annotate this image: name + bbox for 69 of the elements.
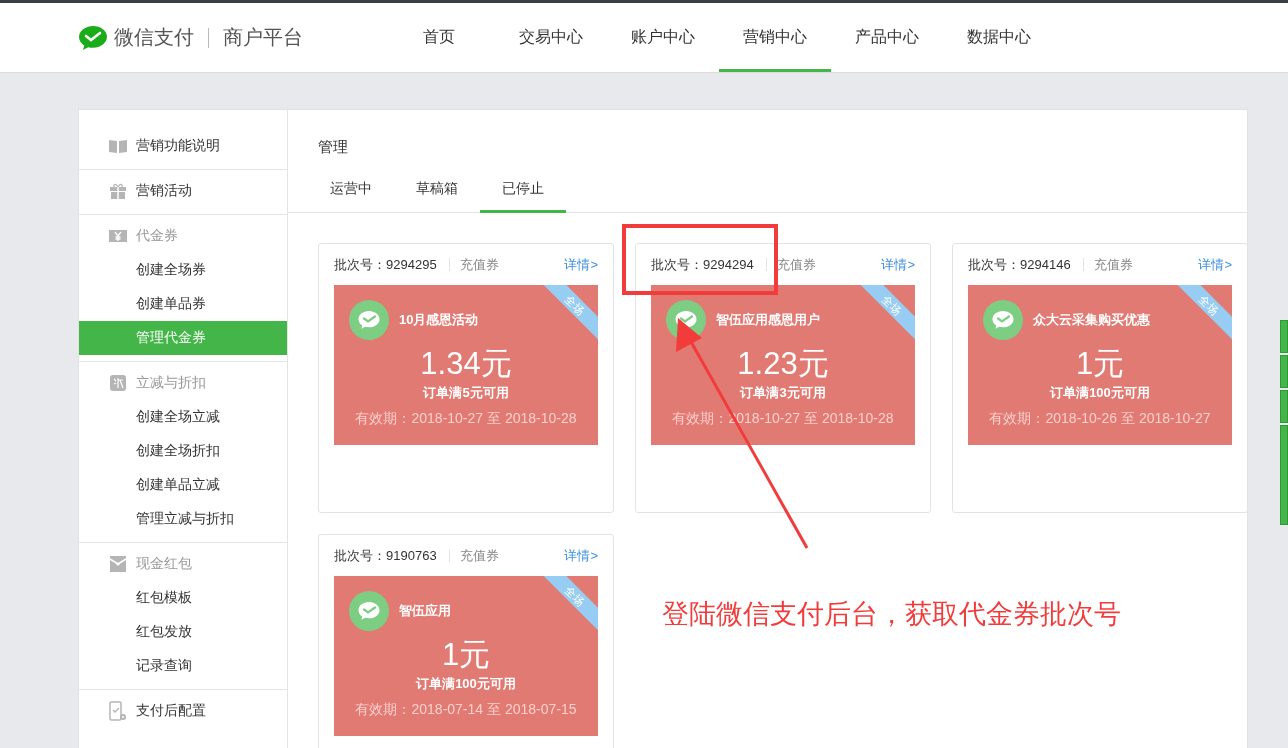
coupon-name: 众大云采集购买优惠 — [1033, 311, 1150, 329]
sidebar-item[interactable]: 营销活动 — [136, 182, 192, 200]
batch-number: 批次号：9294146 — [968, 255, 1071, 274]
sidebar-item: 立减与折扣 — [136, 374, 206, 392]
sidebar-item[interactable]: 管理立减与折扣 — [79, 502, 287, 536]
details-link[interactable]: 详情> — [1198, 255, 1232, 274]
status-tab[interactable]: 运营中 — [308, 180, 394, 213]
details-link[interactable]: 详情> — [564, 255, 598, 274]
sidebar-item[interactable]: 支付后配置 — [136, 702, 206, 720]
validity-period: 有效期：2018-07-14 至 2018-07-15 — [354, 701, 578, 719]
sidebar-item[interactable]: 营销功能说明 — [136, 137, 220, 155]
batch-number: 批次号：9294295 — [334, 255, 437, 274]
usage-condition: 订单满3元可用 — [739, 384, 827, 402]
status-tab[interactable]: 已停止 — [480, 180, 566, 213]
nav-tab[interactable]: 交易中心 — [495, 6, 607, 72]
coupon-name: 10月感恩活动 — [399, 311, 479, 329]
yen-ticket-icon — [109, 230, 127, 242]
side-tab[interactable] — [1280, 355, 1288, 388]
coupon-amount: 1元 — [440, 636, 492, 674]
details-link[interactable]: 详情> — [564, 546, 598, 565]
side-tab[interactable] — [1280, 320, 1288, 353]
coupon-name: 智伍应用感恩用户 — [716, 311, 820, 329]
usage-condition: 订单满100元可用 — [1049, 384, 1151, 402]
sidebar-item[interactable]: 创建单品立减 — [79, 468, 287, 502]
wechat-pay-logo-icon — [78, 23, 108, 52]
platform-name: 商户平台 — [223, 25, 303, 50]
phone-settings-icon — [109, 701, 127, 721]
usage-condition: 订单满5元可用 — [422, 384, 510, 402]
sidebar-item[interactable]: 创建全场折扣 — [79, 434, 287, 468]
coupon-type: 充值券 — [1093, 255, 1133, 274]
validity-period: 有效期：2018-10-27 至 2018-10-28 — [354, 410, 578, 428]
coupon-amount: 1.23元 — [736, 345, 830, 383]
side-tab[interactable] — [1280, 425, 1288, 525]
status-tab[interactable]: 草稿箱 — [394, 180, 480, 213]
usage-condition: 订单满100元可用 — [415, 675, 517, 693]
validity-period: 有效期：2018-10-26 至 2018-10-27 — [988, 410, 1212, 428]
sidebar-item: 现金红包 — [136, 555, 192, 573]
sidebar-item[interactable]: 红包模板 — [79, 581, 287, 615]
section-title: 管理 — [317, 138, 349, 157]
book-icon — [109, 139, 127, 153]
nav-tab[interactable]: 产品中心 — [831, 6, 943, 72]
batch-number: 批次号：9190763 — [334, 546, 437, 565]
nav-tab[interactable]: 营销中心 — [719, 6, 831, 72]
coupon-type: 充值券 — [459, 546, 499, 565]
wechat-pay-icon — [349, 300, 389, 340]
wechat-pay-icon — [983, 300, 1023, 340]
annotation-text: 登陆微信支付后台，获取代金券批次号 — [662, 598, 1121, 631]
details-link[interactable]: 详情> — [881, 255, 915, 274]
sidebar-item[interactable]: 创建全场立减 — [79, 400, 287, 434]
side-tab[interactable] — [1280, 390, 1288, 423]
coupon-amount: 1.34元 — [419, 345, 513, 383]
coupon-amount: 1元 — [1074, 345, 1126, 383]
sidebar-item[interactable]: 记录查询 — [79, 649, 287, 683]
gift-icon — [109, 183, 127, 199]
sidebar-item[interactable]: 红包发放 — [79, 615, 287, 649]
coupon-type: 充值券 — [459, 255, 499, 274]
envelope-icon — [109, 556, 127, 572]
coupon-name: 智伍应用 — [399, 602, 451, 620]
sidebar-item: 代金券 — [136, 227, 178, 245]
coupon-type: 充值券 — [776, 255, 816, 274]
sidebar-item[interactable]: 创建全场券 — [79, 253, 287, 287]
wechat-pay-icon — [349, 591, 389, 631]
nav-tab[interactable]: 账户中心 — [607, 6, 719, 72]
sidebar-item[interactable]: 创建单品券 — [79, 287, 287, 321]
batch-number: 批次号：9294294 — [651, 255, 754, 274]
discount-icon — [109, 375, 127, 391]
nav-tab[interactable]: 首页 — [383, 6, 495, 72]
nav-tab[interactable]: 数据中心 — [943, 6, 1055, 72]
brand-name: 微信支付 — [114, 25, 194, 50]
